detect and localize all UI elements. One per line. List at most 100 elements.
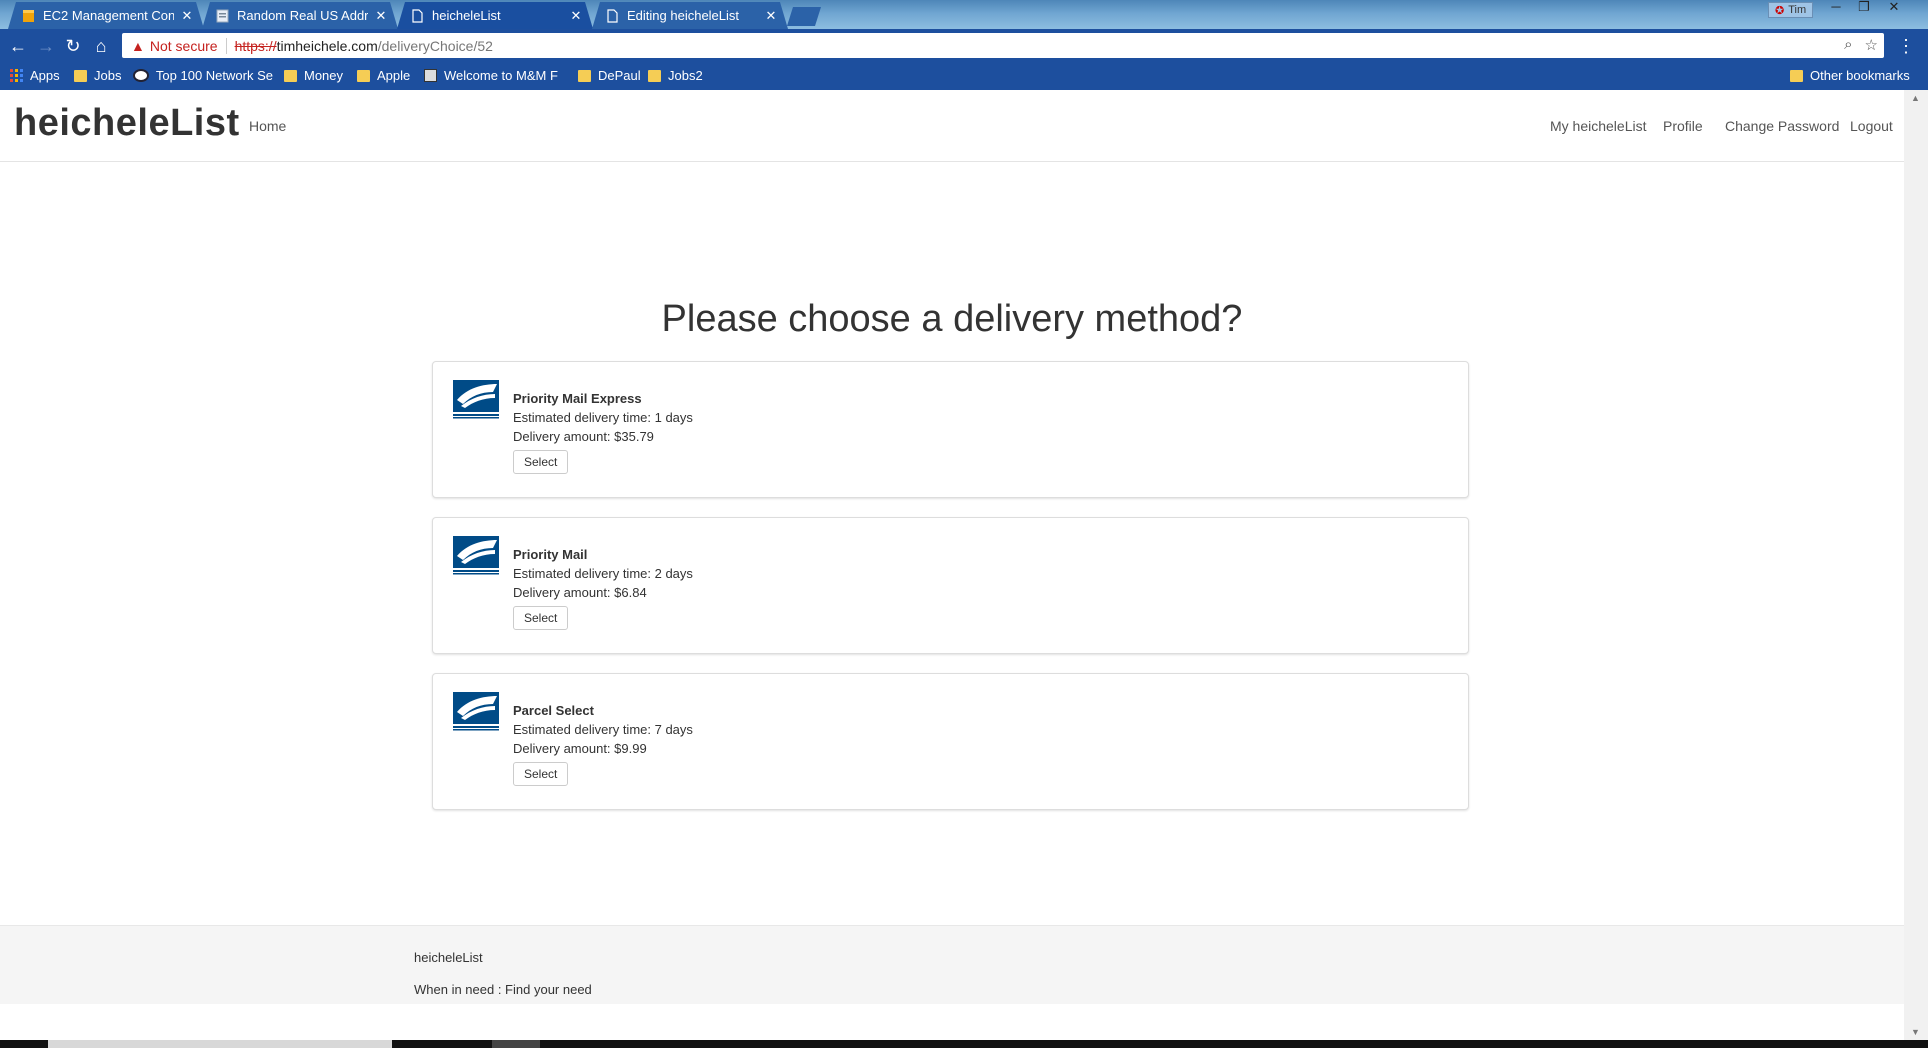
- nav-home-link[interactable]: Home: [249, 118, 286, 134]
- delivery-option-card: Priority Mail Estimated delivery time: 2…: [432, 517, 1469, 654]
- taskbar-item[interactable]: [492, 1040, 540, 1048]
- omnibox-actions: ⌕ ☆: [1844, 36, 1878, 54]
- bookmark-label: Apps: [30, 68, 60, 83]
- folder-icon: [284, 69, 297, 82]
- bookmark-label: DePaul: [598, 68, 641, 83]
- option-delivery-time: Estimated delivery time: 7 days: [513, 722, 693, 737]
- nav-change-password-link[interactable]: Change Password: [1725, 118, 1839, 134]
- select-priority-mail-express-button[interactable]: Select: [513, 450, 569, 474]
- document-icon: [411, 9, 424, 23]
- option-delivery-time: Estimated delivery time: 2 days: [513, 566, 693, 581]
- aws-box-icon: [22, 9, 35, 23]
- browser-tab-ec2[interactable]: EC2 Management Conso ✕: [8, 2, 204, 29]
- page-icon: [216, 9, 229, 23]
- option-name: Priority Mail: [513, 547, 588, 562]
- bookmark-star-icon[interactable]: ☆: [1865, 36, 1878, 54]
- page-title: Please choose a delivery method?: [661, 298, 1243, 340]
- footer-tagline: When in need : Find your need: [414, 982, 592, 997]
- building-icon: [424, 69, 437, 82]
- other-bookmarks[interactable]: Other bookmarks: [1790, 68, 1910, 83]
- site-footer: heicheleList When in need : Find your ne…: [0, 925, 1904, 1004]
- url-scheme: https://: [234, 37, 277, 54]
- footer-brand: heicheleList: [414, 950, 483, 965]
- profile-button[interactable]: ✪ Tim: [1768, 2, 1814, 18]
- scroll-down-arrow-icon[interactable]: ▼: [1911, 1027, 1920, 1037]
- bookmark-money[interactable]: Money: [284, 68, 343, 83]
- nav-profile-link[interactable]: Profile: [1663, 118, 1703, 134]
- bookmark-welcome[interactable]: Welcome to M&M F: [424, 68, 558, 83]
- tab-title: Editing heicheleList: [627, 8, 740, 23]
- document-icon: [606, 9, 619, 23]
- profile-icon: ✪: [1775, 4, 1785, 17]
- scroll-up-arrow-icon[interactable]: ▲: [1911, 93, 1920, 103]
- select-priority-mail-button[interactable]: Select: [513, 606, 569, 630]
- close-tab-icon[interactable]: ✕: [764, 8, 778, 24]
- browser-tab-editing[interactable]: Editing heicheleList ✕: [592, 2, 788, 29]
- close-tab-icon[interactable]: ✕: [374, 8, 388, 24]
- folder-icon: [578, 69, 591, 82]
- page-viewport: heicheleList Home My heicheleList Profil…: [0, 90, 1904, 1040]
- home-icon[interactable]: ⌂: [92, 37, 110, 55]
- new-tab-button[interactable]: [787, 7, 821, 26]
- page-scrollbar[interactable]: ▲ ▼: [1904, 90, 1928, 1040]
- address-bar[interactable]: ▲ Not secure https:// timheichele.com /d…: [122, 33, 1884, 58]
- browser-tab-heichelelist[interactable]: heicheleList ✕: [397, 2, 593, 29]
- bookmark-top100[interactable]: Top 100 Network Se: [133, 68, 273, 83]
- bookmark-label: Top 100 Network Se: [155, 68, 273, 83]
- bookmark-jobs[interactable]: Jobs: [74, 68, 121, 83]
- taskbar-item[interactable]: [48, 1040, 392, 1048]
- delivery-option-card: Parcel Select Estimated delivery time: 7…: [432, 673, 1469, 810]
- option-name: Priority Mail Express: [513, 391, 642, 406]
- close-tab-icon[interactable]: ✕: [180, 8, 194, 24]
- divider: [225, 37, 227, 54]
- nav-logout-link[interactable]: Logout: [1850, 118, 1893, 134]
- bookmark-label: Other bookmarks: [1810, 68, 1910, 83]
- bookmark-depaul[interactable]: DePaul: [578, 68, 641, 83]
- reload-icon[interactable]: ↻: [64, 37, 82, 55]
- folder-icon: [648, 69, 661, 82]
- bookmark-apple[interactable]: Apple: [357, 68, 410, 83]
- folder-icon: [74, 69, 87, 82]
- bookmark-jobs2[interactable]: Jobs2: [648, 68, 703, 83]
- zoom-search-icon[interactable]: ⌕: [1844, 36, 1852, 54]
- option-details: Priority Mail Estimated delivery time: 2…: [513, 545, 693, 630]
- browser-toolbar: ← → ↻ ⌂ ▲ Not secure https:// timheichel…: [0, 29, 1928, 62]
- bookmark-label: Jobs2: [668, 68, 703, 83]
- option-delivery-time: Estimated delivery time: 1 days: [513, 410, 693, 425]
- warning-icon: ▲: [131, 37, 145, 54]
- option-delivery-amount: Delivery amount: $9.99: [513, 741, 647, 756]
- folder-icon: [357, 69, 370, 82]
- back-arrow-icon[interactable]: ←: [9, 37, 27, 55]
- os-taskbar: [0, 1040, 1928, 1048]
- option-name: Parcel Select: [513, 703, 594, 718]
- url-path: /deliveryChoice/52: [377, 37, 493, 54]
- browser-tab-strip: EC2 Management Conso ✕ Random Real US Ad…: [0, 0, 1928, 29]
- browser-menu-icon[interactable]: ⋮: [1897, 36, 1915, 57]
- apps-grid-icon: [10, 69, 23, 82]
- usps-eagle-logo: [453, 536, 499, 575]
- option-delivery-amount: Delivery amount: $6.84: [513, 585, 647, 600]
- option-details: Parcel Select Estimated delivery time: 7…: [513, 701, 693, 786]
- tab-title: EC2 Management Conso: [43, 8, 174, 23]
- select-parcel-select-button[interactable]: Select: [513, 762, 569, 786]
- restore-button[interactable]: ❐: [1850, 0, 1878, 16]
- bookmark-label: Jobs: [94, 68, 122, 83]
- bookmark-label: Apple: [377, 68, 411, 83]
- eye-icon: [133, 69, 149, 82]
- tab-title: heicheleList: [432, 8, 501, 23]
- usps-eagle-logo: [453, 380, 499, 419]
- forward-arrow-icon[interactable]: →: [37, 37, 55, 55]
- option-delivery-amount: Delivery amount: $35.79: [513, 429, 654, 444]
- browser-tab-random-address[interactable]: Random Real US Addres ✕: [202, 2, 398, 29]
- nav-my-list-link[interactable]: My heicheleList: [1550, 118, 1647, 134]
- url-host: timheichele.com: [276, 37, 378, 54]
- minimize-button[interactable]: ─: [1822, 0, 1850, 16]
- close-tab-icon[interactable]: ✕: [569, 8, 583, 24]
- bookmark-label: Welcome to M&M F: [444, 68, 558, 83]
- bookmarks-bar: Apps Jobs Top 100 Network Se Money Apple…: [0, 62, 1928, 90]
- close-window-button[interactable]: ✕: [1880, 0, 1908, 16]
- site-brand[interactable]: heicheleList: [14, 102, 240, 145]
- delivery-option-card: Priority Mail Express Estimated delivery…: [432, 361, 1469, 498]
- security-label[interactable]: Not secure: [150, 38, 218, 54]
- bookmark-apps[interactable]: Apps: [10, 68, 60, 83]
